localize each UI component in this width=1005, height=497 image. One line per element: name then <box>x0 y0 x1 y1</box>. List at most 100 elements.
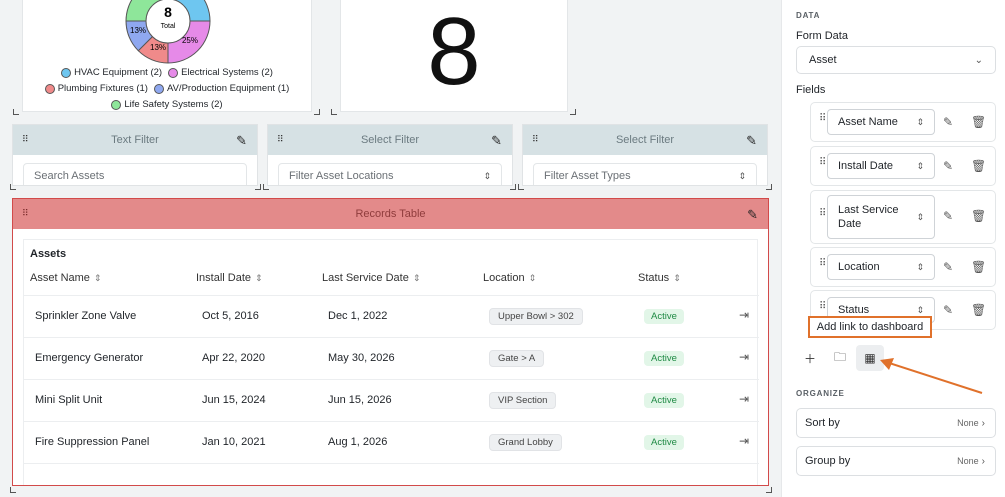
status-badge: Active <box>644 351 684 366</box>
legend-item-life-safety[interactable]: Life Safety Systems (2) <box>111 97 223 113</box>
drag-handle-icon[interactable]: ⠿ <box>819 259 826 269</box>
filter-title: Select Filter <box>615 134 675 146</box>
resize-handle-bl[interactable] <box>10 487 16 493</box>
column-header-asset-name[interactable]: Asset Name ⇕ <box>30 272 101 284</box>
table-row[interactable]: Sprinkler Zone Valve Oct 5, 2016 Dec 1, … <box>24 295 759 337</box>
sort-by-row[interactable]: Sort by None › <box>796 408 996 438</box>
field-select[interactable]: Install Date ⇕ <box>827 153 935 179</box>
group-by-value: None <box>957 456 979 466</box>
donut-slice-label-plumbing: 13% <box>150 43 166 52</box>
resize-handle-bl[interactable] <box>263 184 269 190</box>
open-record-icon[interactable]: ⇥ <box>739 350 749 364</box>
sort-by-value: None <box>957 418 979 428</box>
donut-slice-label-av: 13% <box>130 26 146 35</box>
table-row[interactable]: Fire Suppression Panel Jan 10, 2021 Aug … <box>24 421 759 463</box>
table-row[interactable]: Emergency Generator Apr 22, 2020 May 30,… <box>24 337 759 379</box>
drag-handle-icon[interactable]: ⠿ <box>819 158 826 168</box>
drag-handle-icon[interactable]: ⠿ <box>819 302 826 312</box>
field-row-install-date[interactable]: ⠿ Install Date ⇕ ✎ 🗑 <box>810 146 996 186</box>
edit-pencil-icon[interactable]: ✎ <box>943 159 953 173</box>
resize-handle-bl[interactable] <box>518 184 524 190</box>
filter-header[interactable]: ⠿ Select Filter ✎ <box>268 125 512 155</box>
legend-item-av[interactable]: AV/Production Equipment (1) <box>153 81 289 97</box>
edit-pencil-icon[interactable]: ✎ <box>491 133 502 149</box>
trash-icon[interactable]: 🗑 <box>971 115 986 129</box>
dashboard-grid-icon: ▦ <box>864 351 876 365</box>
drag-handle-icon[interactable]: ⠿ <box>22 135 29 144</box>
field-select[interactable]: Location ⇕ <box>827 254 935 280</box>
resize-handle-bl[interactable] <box>13 109 19 115</box>
edit-pencil-icon[interactable]: ✎ <box>943 209 953 223</box>
field-select[interactable]: Last Service Date ⇕ <box>827 195 935 239</box>
add-group-button[interactable]: 🗀 <box>826 345 854 371</box>
edit-pencil-icon[interactable]: ✎ <box>943 260 953 274</box>
location-badge: Gate > A <box>489 350 545 367</box>
column-header-status[interactable]: Status ⇕ <box>638 272 681 284</box>
sort-icon: ⇕ <box>255 273 263 283</box>
resize-handle-br[interactable] <box>570 109 576 115</box>
records-table-header[interactable]: ⠿ Records Table ✎ <box>13 199 768 229</box>
add-link-tooltip: Add link to dashboard <box>808 316 932 338</box>
trash-icon[interactable]: 🗑 <box>971 209 986 223</box>
legend-item-electrical[interactable]: Electrical Systems (2) <box>168 65 273 81</box>
edit-pencil-icon[interactable]: ✎ <box>943 115 953 129</box>
text-filter-card[interactable]: ⠿ Text Filter ✎ Search Assets <box>12 124 258 186</box>
filter-header[interactable]: ⠿ Select Filter ✎ <box>523 125 767 155</box>
cell-install-date: Jan 10, 2021 <box>202 436 266 448</box>
resize-handle-bl[interactable] <box>331 109 337 115</box>
add-field-button[interactable]: ＋ <box>796 345 824 371</box>
table-row[interactable] <box>24 463 759 485</box>
field-row-asset-name[interactable]: ⠿ Asset Name ⇕ ✎ 🗑 <box>810 102 996 142</box>
type-filter-card[interactable]: ⠿ Select Filter ✎ Filter Asset Types ⇕ <box>522 124 768 186</box>
filter-locations-select[interactable]: Filter Asset Locations ⇕ <box>278 163 502 185</box>
edit-pencil-icon[interactable]: ✎ <box>746 133 757 149</box>
resize-handle-br[interactable] <box>766 184 772 190</box>
filter-header[interactable]: ⠿ Text Filter ✎ <box>13 125 257 155</box>
search-assets-input[interactable]: Search Assets <box>23 163 247 185</box>
resize-handle-br[interactable] <box>510 184 516 190</box>
resize-handle-br[interactable] <box>255 184 261 190</box>
open-record-icon[interactable]: ⇥ <box>739 392 749 406</box>
edit-pencil-icon[interactable]: ✎ <box>747 207 758 223</box>
column-header-location[interactable]: Location ⇕ <box>483 272 536 284</box>
drag-handle-icon[interactable]: ⠿ <box>22 209 29 218</box>
open-record-icon[interactable]: ⇥ <box>739 434 749 448</box>
donut-slice-life-safety[interactable] <box>125 0 168 22</box>
location-filter-card[interactable]: ⠿ Select Filter ✎ Filter Asset Locations… <box>267 124 513 186</box>
dashboard-canvas: 8 Total 13% 13% 25% HVAC Equipment (2) E… <box>0 0 780 497</box>
group-by-row[interactable]: Group by None › <box>796 446 996 476</box>
section-label-organize: ORGANIZE <box>796 389 845 398</box>
table-row[interactable]: Mini Split Unit Jun 15, 2024 Jun 15, 202… <box>24 379 759 421</box>
field-row-location[interactable]: ⠿ Location ⇕ ✎ 🗑 <box>810 247 996 287</box>
cell-last-service: Dec 1, 2022 <box>328 310 388 322</box>
field-select[interactable]: Asset Name ⇕ <box>827 109 935 135</box>
donut-slice-label-electrical: 25% <box>182 36 198 45</box>
edit-pencil-icon[interactable]: ✎ <box>236 133 247 149</box>
drag-handle-icon[interactable]: ⠿ <box>277 135 284 144</box>
edit-pencil-icon[interactable]: ✎ <box>943 303 953 317</box>
cell-asset-name: Fire Suppression Panel <box>35 436 150 448</box>
chevron-updown-icon: ⇕ <box>916 211 924 222</box>
column-header-last-service-date[interactable]: Last Service Date ⇕ <box>322 272 420 284</box>
open-record-icon[interactable]: ⇥ <box>739 308 749 322</box>
field-row-last-service-date[interactable]: ⠿ Last Service Date ⇕ ✎ 🗑 <box>810 190 996 244</box>
form-data-select[interactable]: Asset ⌄ <box>796 46 996 74</box>
add-link-to-dashboard-button[interactable]: ▦ <box>856 345 884 371</box>
legend-item-hvac[interactable]: HVAC Equipment (2) <box>61 65 162 81</box>
resize-handle-br[interactable] <box>314 109 320 115</box>
chevron-right-icon: › <box>981 418 985 429</box>
drag-handle-icon[interactable]: ⠿ <box>819 114 826 124</box>
drag-handle-icon[interactable]: ⠿ <box>819 209 826 219</box>
resize-handle-bl[interactable] <box>10 184 16 190</box>
cell-asset-name: Mini Split Unit <box>35 394 103 406</box>
records-table-card[interactable]: ⠿ Records Table ✎ Assets Asset Name ⇕ Ins… <box>12 198 769 486</box>
drag-handle-icon[interactable]: ⠿ <box>532 135 539 144</box>
trash-icon[interactable]: 🗑 <box>971 303 986 317</box>
trash-icon[interactable]: 🗑 <box>971 260 986 274</box>
resize-handle-br[interactable] <box>766 487 772 493</box>
filter-types-select[interactable]: Filter Asset Types ⇕ <box>533 163 757 185</box>
column-header-install-date[interactable]: Install Date ⇕ <box>196 272 263 284</box>
donut-slice-hvac[interactable] <box>168 0 211 22</box>
trash-icon[interactable]: 🗑 <box>971 159 986 173</box>
legend-item-plumbing[interactable]: Plumbing Fixtures (1) <box>44 81 148 97</box>
